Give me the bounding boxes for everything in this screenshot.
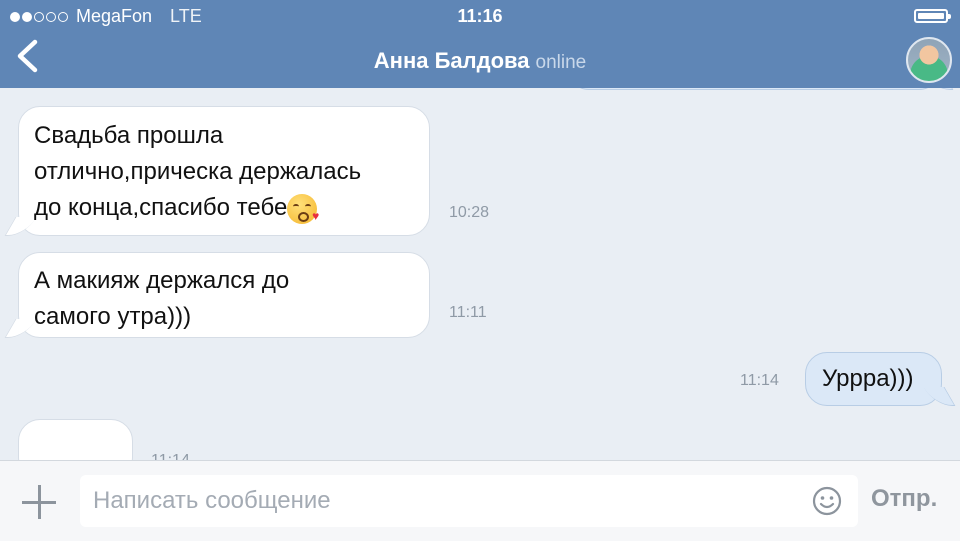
incoming-message[interactable]: А макияж держался до самого утра))) bbox=[18, 252, 430, 338]
send-button[interactable]: Отпр. bbox=[871, 485, 937, 513]
smile-icon[interactable] bbox=[812, 486, 842, 516]
contact-name: Анна Балдова bbox=[373, 48, 530, 73]
message-time: 11:11 bbox=[449, 304, 487, 321]
status-time: 11:16 bbox=[457, 6, 503, 26]
outgoing-message[interactable]: Уррра))) bbox=[805, 352, 942, 406]
message-time: 11:14 bbox=[740, 372, 779, 389]
message-time: 10:28 bbox=[449, 204, 490, 221]
message-list[interactable]: Свадьба прошла отлично,прическа держалас… bbox=[0, 88, 960, 460]
outgoing-message-partial[interactable] bbox=[568, 88, 940, 90]
kiss-face-icon: ♥ bbox=[287, 193, 319, 224]
avatar[interactable] bbox=[906, 37, 952, 83]
chat-header: MegaFon LTE 11:16 Анна Балдова online bbox=[0, 0, 960, 88]
conversation-title[interactable]: Анна Балдова online bbox=[0, 48, 960, 74]
incoming-message[interactable] bbox=[18, 419, 133, 460]
message-composer: Отпр. bbox=[0, 460, 960, 541]
attach-button[interactable] bbox=[22, 485, 56, 519]
message-text: А макияж держался до самого утра))) bbox=[34, 267, 290, 330]
message-time: 11:14 bbox=[151, 452, 190, 460]
incoming-message[interactable]: Свадьба прошла отлично,прическа держалас… bbox=[18, 106, 430, 236]
message-text: Уррра))) bbox=[822, 365, 914, 392]
battery-icon bbox=[914, 9, 951, 23]
contact-status: online bbox=[535, 52, 587, 73]
message-input[interactable] bbox=[80, 475, 858, 527]
